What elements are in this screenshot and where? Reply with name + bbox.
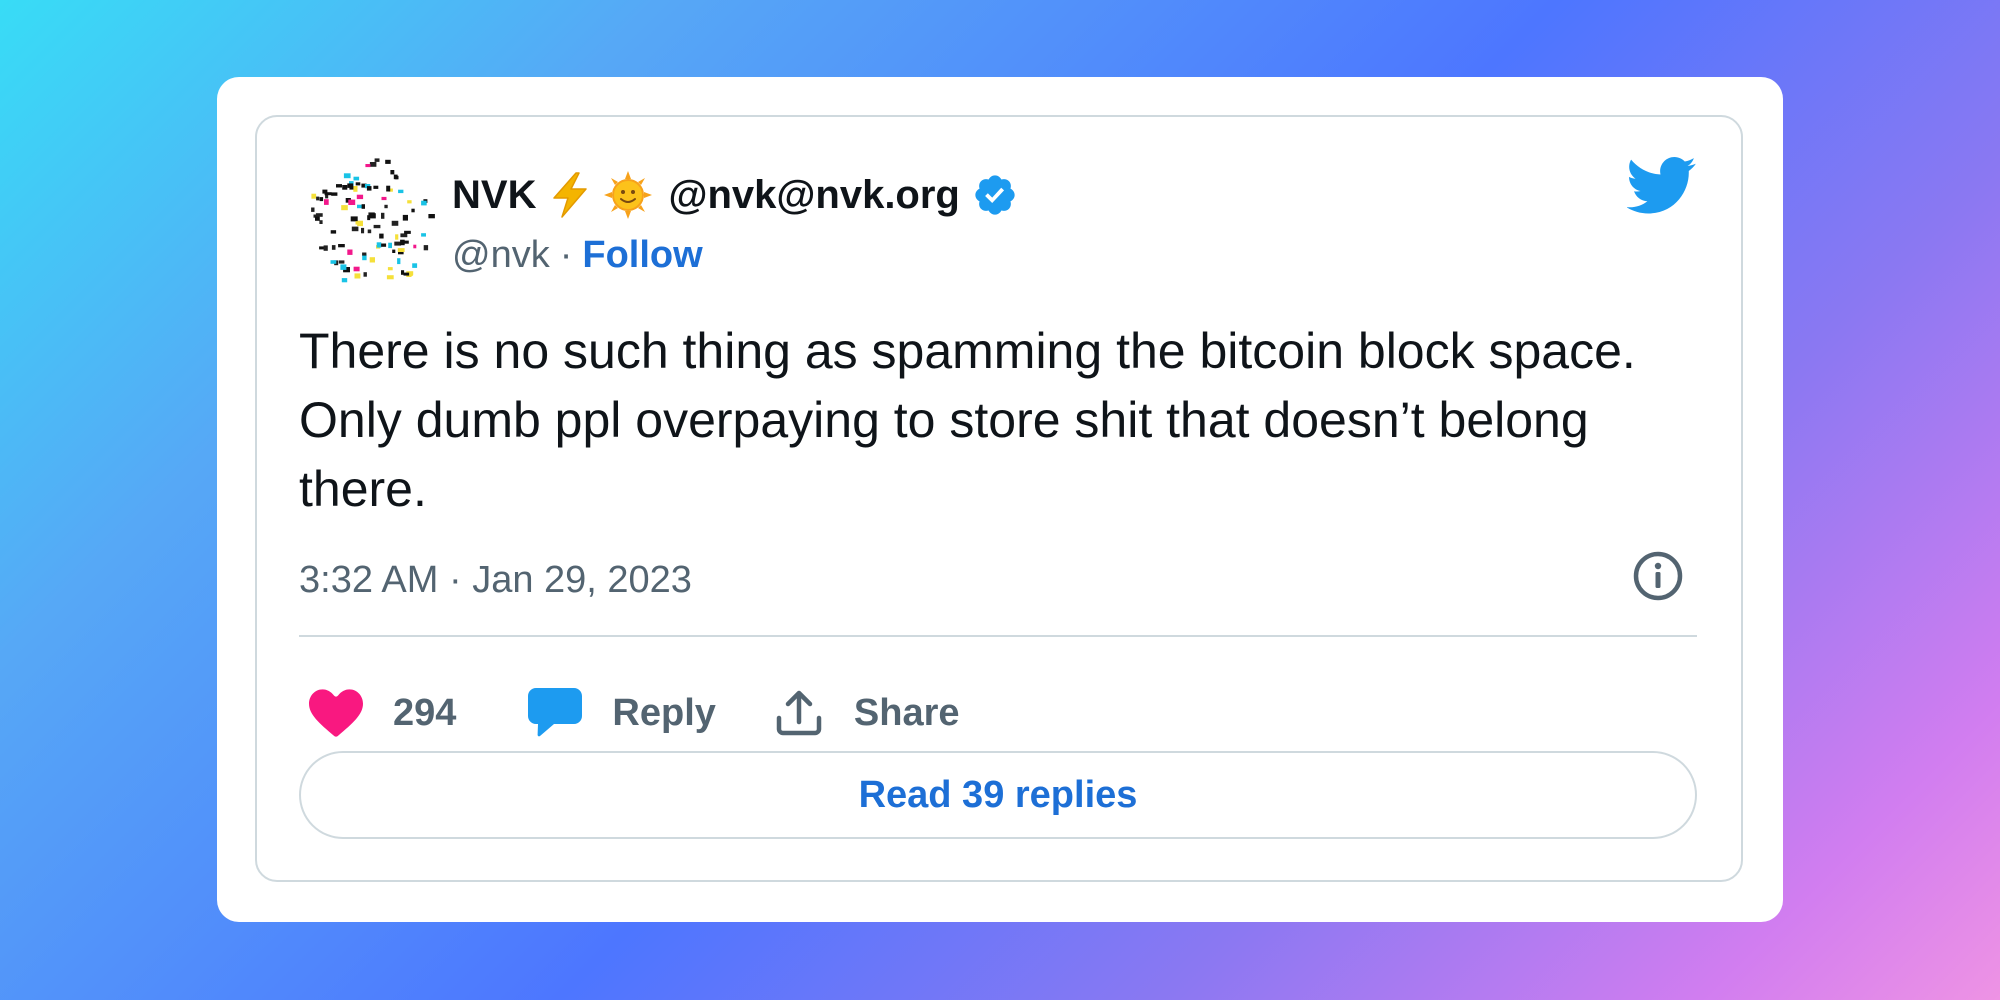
like-button[interactable]: 294 xyxy=(309,689,456,737)
author-sub-row: @nvk · Follow xyxy=(452,225,703,285)
tweet-card: NVK @nvk@nvk.org @nvk · Follow There is … xyxy=(255,115,1743,882)
share-label: Share xyxy=(853,691,960,734)
speech-bubble-icon xyxy=(528,688,583,738)
avatar[interactable] xyxy=(299,151,439,291)
info-icon[interactable] xyxy=(1631,549,1685,603)
tweet-text: There is no such thing as spamming the b… xyxy=(299,323,1636,517)
follow-link[interactable]: Follow xyxy=(582,234,702,277)
author-handle[interactable]: @nvk xyxy=(452,234,550,277)
tweet-embed-frame: NVK @nvk@nvk.org @nvk · Follow There is … xyxy=(217,77,1783,922)
read-replies-button[interactable]: Read 39 replies xyxy=(299,751,1697,839)
tweet-timestamp[interactable]: 3:32 AM · Jan 29, 2023 xyxy=(299,553,692,607)
author-name[interactable]: NVK xyxy=(452,173,536,218)
divider xyxy=(299,635,1697,637)
verified-badge-icon xyxy=(972,172,1018,218)
tweet-actions: 294 Reply Share xyxy=(309,677,960,749)
twitter-bird-icon[interactable] xyxy=(1626,157,1697,215)
author-display-handle[interactable]: @nvk@nvk.org xyxy=(668,173,959,218)
sun-face-emoji-icon xyxy=(604,171,653,219)
heart-icon xyxy=(309,689,363,737)
like-count: 294 xyxy=(393,691,457,734)
lightning-emoji-icon xyxy=(546,171,594,219)
separator-dot: · xyxy=(559,233,573,276)
share-button[interactable]: Share xyxy=(774,688,960,738)
share-upload-icon xyxy=(774,688,824,738)
author-name-row: NVK @nvk@nvk.org xyxy=(452,165,1018,225)
reply-label: Reply xyxy=(612,691,716,734)
reply-button[interactable]: Reply xyxy=(528,688,716,738)
